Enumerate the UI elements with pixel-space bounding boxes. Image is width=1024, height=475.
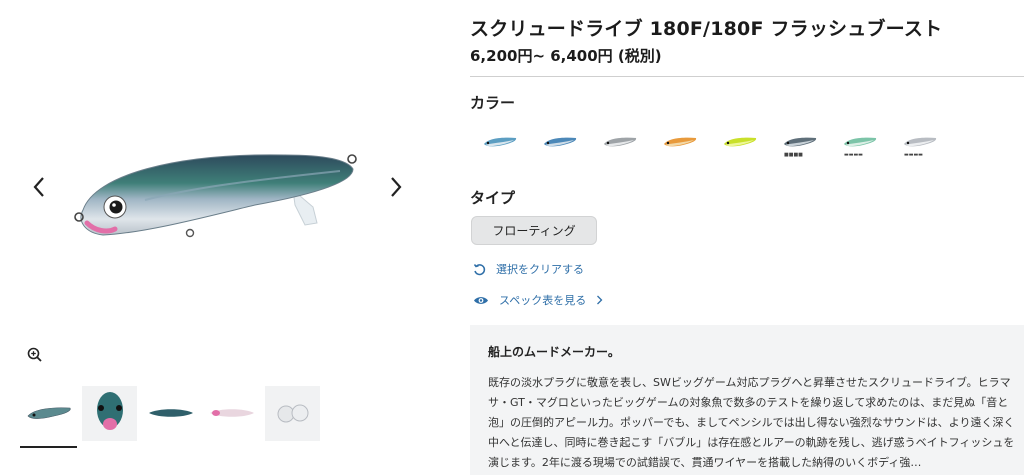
color-swatch-7[interactable]: ▬▬▬▬	[830, 124, 890, 160]
swatch-tag: ▬▬▬▬	[904, 152, 923, 158]
thumbnail-accessory-image	[265, 385, 320, 441]
clear-selection-label: 選択をクリアする	[496, 263, 584, 276]
zoom-in-icon	[27, 347, 42, 362]
clear-selection-link[interactable]: 選択をクリアする	[473, 261, 584, 277]
lure-swatch-icon	[844, 137, 877, 147]
reset-icon	[473, 263, 486, 275]
color-swatch-3[interactable]	[590, 124, 650, 160]
thumbnail-5[interactable]	[264, 384, 321, 442]
next-image-button[interactable]	[381, 172, 411, 202]
eye-icon	[474, 296, 488, 304]
color-swatch-1[interactable]	[470, 124, 530, 160]
lure-swatch-icon	[904, 137, 937, 147]
thumbnail-2[interactable]	[81, 384, 138, 442]
color-swatch-6[interactable]: ■■■■	[770, 124, 830, 160]
description-heading: 船上のムードメーカー。	[488, 345, 620, 359]
lure-swatch-icon	[544, 137, 577, 147]
lure-swatch-icon	[664, 137, 697, 147]
swatch-tag: ▬▬▬▬	[844, 152, 863, 158]
lure-swatch-icon	[604, 137, 637, 147]
main-product-image	[55, 125, 375, 255]
divider	[470, 76, 1024, 77]
color-swatch-8[interactable]: ▬▬▬▬	[890, 124, 950, 160]
lure-swatch-icon	[484, 137, 517, 147]
zoom-in-button[interactable]	[26, 346, 46, 366]
thumbnail-lure-bottom-image	[209, 409, 254, 417]
product-title: スクリュードライブ 180F/180F フラッシュブースト	[470, 18, 943, 40]
prev-image-button[interactable]	[24, 172, 54, 202]
thumbnail-lure-top-image	[148, 409, 193, 417]
color-swatch-4[interactable]	[650, 124, 710, 160]
thumbnail-lure-side-image	[27, 407, 71, 419]
type-option-floating[interactable]: フローティング	[471, 216, 597, 245]
chevron-left-icon	[33, 177, 44, 197]
lure-swatch-icon	[784, 137, 817, 147]
lure-swatch-icon	[724, 137, 757, 147]
chevron-right-small-icon	[597, 295, 603, 305]
color-swatch-2[interactable]	[530, 124, 590, 160]
product-gallery	[0, 0, 430, 475]
thumbnail-3[interactable]	[142, 384, 199, 442]
color-section-label: カラー	[470, 94, 516, 112]
view-spec-table-label: スペック表を見る	[499, 294, 587, 307]
thumbnail-lure-front-image	[82, 385, 137, 441]
thumbnail-strip	[20, 384, 321, 448]
view-spec-table-link[interactable]: スペック表を見る	[473, 292, 603, 308]
thumbnail-1[interactable]	[20, 384, 77, 448]
chevron-right-icon	[391, 177, 402, 197]
color-swatch-list: ■■■■ ▬▬▬▬ ▬▬▬▬	[470, 124, 950, 160]
color-swatch-5[interactable]	[710, 124, 770, 160]
type-section-label: タイプ	[470, 189, 516, 207]
description-box: 船上のムードメーカー。 既存の淡水プラグに敬意を表し、SWビッグゲーム対応プラグ…	[470, 325, 1024, 475]
product-price: 6,200円~ 6,400円 (税別)	[470, 47, 662, 65]
thumbnail-4[interactable]	[203, 384, 260, 442]
description-body: 既存の淡水プラグに敬意を表し、SWビッグゲーム対応プラグへと昇華させたスクリュー…	[488, 376, 1015, 469]
swatch-tag: ■■■■	[784, 152, 803, 158]
